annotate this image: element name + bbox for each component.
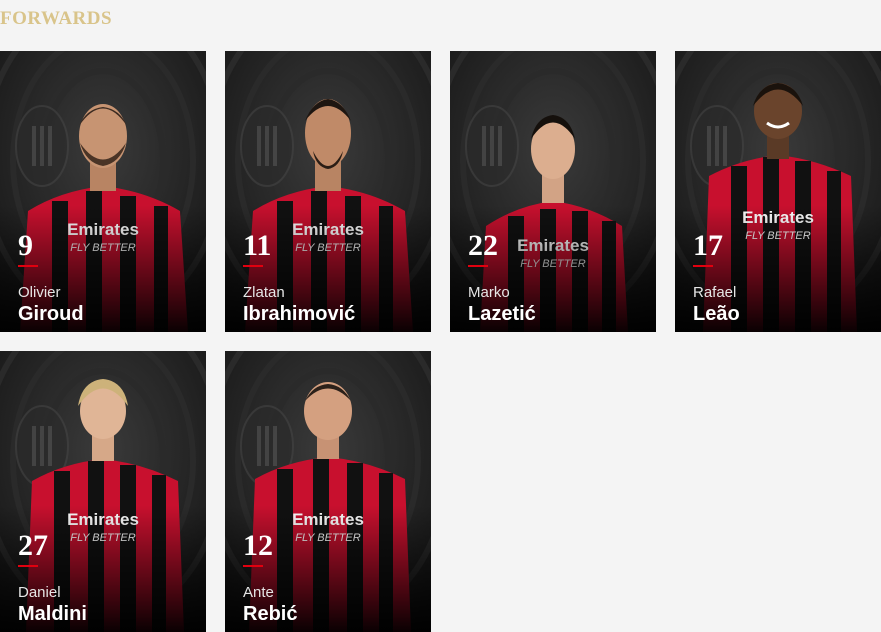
number-underline — [243, 565, 263, 567]
player-number: 17 — [693, 229, 723, 262]
number-underline — [243, 265, 263, 267]
player-number: 11 — [243, 229, 272, 262]
player-last-name: Lazetić — [468, 303, 536, 325]
player-first-name: Ante — [243, 584, 274, 601]
player-number: 22 — [468, 229, 498, 262]
player-first-name: Rafael — [693, 284, 737, 301]
player-number: 12 — [243, 529, 273, 562]
player-first-name: Daniel — [18, 584, 61, 601]
player-card[interactable]: Emirates FLY BETTER 9 Olivier Giroud — [0, 51, 206, 332]
number-underline — [18, 565, 38, 567]
player-card[interactable]: Emirates FLY BETTER 22 Marko Lazetić — [450, 51, 656, 332]
player-first-name: Marko — [468, 284, 510, 301]
player-card[interactable]: Emirates FLY BETTER 17 Rafael Leão — [675, 51, 881, 332]
player-card[interactable]: Emirates FLY BETTER 11 Zlatan Ibrahimovi… — [225, 51, 431, 332]
player-last-name: Ibrahimović — [243, 303, 356, 325]
player-card[interactable]: Emirates FLY BETTER 12 Ante Rebić — [225, 351, 431, 632]
number-underline — [693, 265, 713, 267]
player-card[interactable]: Emirates FLY BETTER 27 Daniel Maldini — [0, 351, 206, 632]
player-last-name: Maldini — [18, 603, 87, 625]
player-first-name: Olivier — [18, 284, 61, 301]
section-title: FORWARDS — [0, 8, 113, 29]
number-underline — [18, 265, 38, 267]
player-last-name: Giroud — [18, 303, 84, 325]
number-underline — [468, 265, 488, 267]
player-number: 27 — [18, 529, 48, 562]
player-last-name: Leão — [693, 303, 740, 325]
player-last-name: Rebić — [243, 603, 298, 625]
player-grid: Emirates FLY BETTER 9 Olivier Giroud — [0, 51, 881, 632]
player-first-name: Zlatan — [243, 284, 285, 301]
player-number: 9 — [18, 229, 33, 262]
